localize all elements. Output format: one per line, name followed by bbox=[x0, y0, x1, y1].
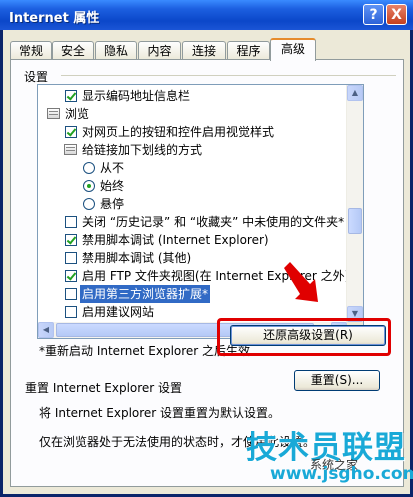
chevron-up-icon: ▲ bbox=[351, 88, 359, 97]
chevron-left-icon: ◀ bbox=[42, 325, 50, 334]
tab-security[interactable]: 安全 bbox=[52, 41, 94, 60]
title-bar[interactable]: Internet 属性 ? X bbox=[0, 0, 413, 30]
checkbox-checked[interactable] bbox=[65, 126, 77, 138]
reset-description: 将 Internet Explorer 设置重置为默认设置。 bbox=[39, 406, 281, 420]
tab-content[interactable]: 内容 bbox=[138, 41, 181, 60]
checkbox-unchecked[interactable] bbox=[65, 288, 77, 300]
watermark: 技术员联盟 系统之家 www.jsgho.com bbox=[230, 420, 413, 497]
radio-checked[interactable] bbox=[83, 180, 95, 192]
settings-group-label: 设置 bbox=[24, 70, 49, 84]
watermark-url: www.jsgho.com bbox=[270, 464, 413, 484]
highlight-box bbox=[217, 318, 391, 356]
red-arrow-icon bbox=[284, 262, 318, 302]
checkbox-unchecked[interactable] bbox=[65, 216, 77, 228]
radio-unchecked[interactable] bbox=[83, 162, 95, 174]
chevron-down-icon: ▼ bbox=[351, 309, 359, 318]
checkbox-checked[interactable] bbox=[65, 90, 77, 102]
tab-privacy[interactable]: 隐私 bbox=[95, 41, 137, 60]
list-item[interactable]: 显示编码地址信息栏 bbox=[38, 87, 347, 105]
help-button[interactable]: ? bbox=[363, 4, 384, 25]
window-title: Internet 属性 bbox=[9, 11, 100, 26]
list-item[interactable]: 始终 bbox=[38, 177, 347, 195]
checkbox-unchecked[interactable] bbox=[65, 252, 77, 264]
tab-programs[interactable]: 程序 bbox=[227, 41, 270, 60]
scroll-left-button[interactable]: ◀ bbox=[38, 322, 54, 338]
close-icon: X bbox=[391, 7, 402, 23]
list-item[interactable]: 禁用脚本调试 (Internet Explorer) bbox=[38, 231, 347, 249]
checkbox-checked[interactable] bbox=[65, 234, 77, 246]
list-item: 浏览 bbox=[38, 105, 347, 123]
checkbox-checked[interactable] bbox=[65, 270, 77, 282]
tab-advanced[interactable]: 高级 bbox=[270, 38, 316, 61]
list-item: 给链接加下划线的方式 bbox=[38, 141, 347, 159]
list-item[interactable]: 悬停 bbox=[38, 195, 347, 213]
checkbox-unchecked[interactable] bbox=[65, 306, 77, 318]
window: Internet 属性 ? X 常规 安全 隐私 内容 连接 程序 高级 设置 … bbox=[0, 0, 413, 497]
scroll-up-button[interactable]: ▲ bbox=[347, 85, 363, 101]
folder-group-icon bbox=[47, 108, 60, 119]
help-icon: ? bbox=[369, 7, 378, 23]
radio-unchecked[interactable] bbox=[83, 198, 95, 210]
close-button[interactable]: X bbox=[386, 4, 407, 25]
scroll-thumb[interactable] bbox=[348, 208, 362, 234]
tab-general[interactable]: 常规 bbox=[10, 41, 52, 60]
list-item[interactable]: 关闭 “历史记录” 和 “收藏夹” 中未使用的文件夹* bbox=[38, 213, 347, 231]
group-divider bbox=[61, 75, 396, 76]
reset-section-title: 重置 Internet Explorer 设置 bbox=[25, 381, 183, 395]
reset-button[interactable]: 重置(S)... bbox=[294, 370, 380, 391]
tab-connections[interactable]: 连接 bbox=[182, 41, 226, 60]
list-item[interactable]: 从不 bbox=[38, 159, 347, 177]
folder-group-icon bbox=[64, 144, 77, 155]
list-item[interactable]: 对网页上的按钮和控件启用视觉样式 bbox=[38, 123, 347, 141]
vertical-scrollbar[interactable]: ▲ ▼ bbox=[346, 85, 363, 322]
